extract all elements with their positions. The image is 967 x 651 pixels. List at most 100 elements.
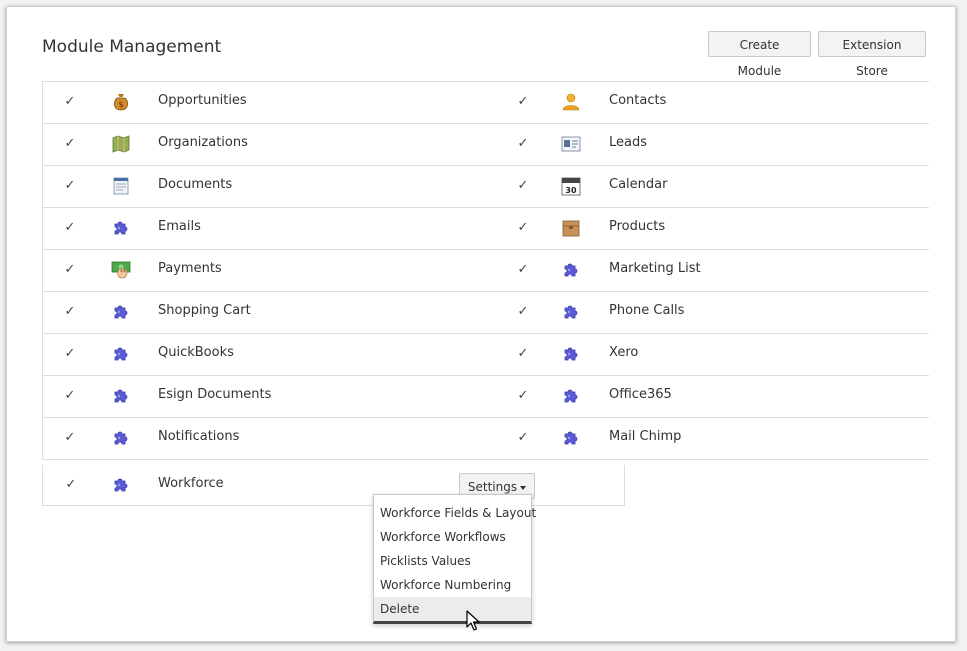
module-label: Xero <box>609 345 639 360</box>
payment-icon <box>111 260 131 280</box>
document-icon <box>111 176 131 196</box>
puzzle-icon <box>111 386 131 406</box>
module-cell-shopping-cart: ✓ Shopping Cart <box>42 292 496 333</box>
module-label: Marketing List <box>609 261 701 276</box>
module-label: Documents <box>158 177 233 192</box>
module-cell-calendar: ✓ 30 Calendar <box>495 166 929 207</box>
module-label: QuickBooks <box>158 345 234 360</box>
module-row: ✓ Notifications ✓ Mail Chimp <box>42 418 929 460</box>
module-checkbox[interactable]: ✓ <box>516 389 530 403</box>
module-row-workforce: ✓ Workforce Settings <box>42 465 625 506</box>
module-checkbox[interactable]: ✓ <box>516 179 530 193</box>
puzzle-icon <box>561 428 581 448</box>
module-label: Office365 <box>609 387 672 402</box>
puzzle-icon <box>111 475 131 495</box>
module-label: Calendar <box>609 177 668 192</box>
module-cell-organizations: ✓ Organizations <box>42 124 496 165</box>
module-checkbox[interactable]: ✓ <box>516 263 530 277</box>
id-card-icon <box>561 134 581 154</box>
module-label: Products <box>609 219 666 234</box>
module-checkbox[interactable]: ✓ <box>516 347 530 361</box>
settings-label: Settings <box>467 480 518 494</box>
module-label: Mail Chimp <box>609 429 682 444</box>
puzzle-icon <box>561 386 581 406</box>
settings-menu-item-workforce-workflows[interactable]: Workforce Workflows <box>374 525 531 549</box>
puzzle-icon <box>561 260 581 280</box>
puzzle-icon <box>111 428 131 448</box>
money-bag-icon: $ <box>111 92 131 112</box>
settings-menu-item-delete[interactable]: Delete <box>374 597 531 621</box>
box-icon <box>561 218 581 238</box>
svg-text:$: $ <box>118 100 123 109</box>
module-checkbox[interactable]: ✓ <box>64 478 78 492</box>
page-title: Module Management <box>42 37 222 57</box>
module-label: Shopping Cart <box>158 303 251 318</box>
extension-store-button[interactable]: Extension Store <box>818 31 926 78</box>
module-checkbox[interactable]: ✓ <box>516 221 530 235</box>
module-checkbox[interactable]: ✓ <box>63 305 77 319</box>
module-label: Notifications <box>158 429 240 444</box>
module-row: ✓ Payments ✓ Marketing List <box>42 250 929 292</box>
module-cell-xero: ✓ Xero <box>495 334 929 375</box>
module-row: ✓ Organizations ✓ Leads <box>42 124 929 166</box>
module-cell-contacts: ✓ Contacts <box>495 82 929 123</box>
module-label: Opportunities <box>158 93 247 108</box>
module-cell-esign-documents: ✓ Esign Documents <box>42 376 496 417</box>
module-row: ✓ Esign Documents ✓ Office365 <box>42 376 929 418</box>
puzzle-icon <box>111 344 131 364</box>
module-row: ✓ Documents ✓ 30 Calendar <box>42 166 929 208</box>
settings-menu: Workforce Fields & Layout Workforce Workf… <box>373 494 536 624</box>
module-cell-payments: ✓ Payments <box>42 250 496 291</box>
create-module-button[interactable]: Create Module <box>708 31 811 78</box>
module-checkbox[interactable]: ✓ <box>516 305 530 319</box>
puzzle-icon <box>561 302 581 322</box>
puzzle-icon <box>111 218 131 238</box>
module-cell-phone-calls: ✓ Phone Calls <box>495 292 929 333</box>
calendar-icon: 30 <box>561 176 581 196</box>
module-label: Contacts <box>609 93 667 108</box>
module-cell-opportunities: ✓ $ Opportunities <box>42 82 496 123</box>
caret-down-icon <box>520 485 527 490</box>
module-cell-office365: ✓ Office365 <box>495 376 929 417</box>
module-grid: ✓ $ Opportunities ✓ Contacts ✓ Organizations ✓ L… <box>42 81 929 460</box>
module-label: Organizations <box>158 135 248 150</box>
puzzle-icon <box>561 344 581 364</box>
module-label: Workforce <box>158 476 224 491</box>
module-checkbox[interactable]: ✓ <box>63 137 77 151</box>
module-checkbox[interactable]: ✓ <box>63 347 77 361</box>
module-management-window: Module Management Create Module Extensio… <box>6 6 956 642</box>
settings-menu-item-picklists-values[interactable]: Picklists Values <box>374 549 531 573</box>
module-checkbox[interactable]: ✓ <box>63 263 77 277</box>
module-row: ✓ QuickBooks ✓ Xero <box>42 334 929 376</box>
module-checkbox[interactable]: ✓ <box>516 137 530 151</box>
module-cell-notifications: ✓ Notifications <box>42 418 496 459</box>
module-label: Emails <box>158 219 201 234</box>
module-label: Payments <box>158 261 222 276</box>
svg-text:30: 30 <box>565 186 577 195</box>
map-icon <box>111 134 131 154</box>
puzzle-icon <box>111 302 131 322</box>
module-row: ✓ Emails ✓ Products <box>42 208 929 250</box>
module-checkbox[interactable]: ✓ <box>516 95 530 109</box>
module-checkbox[interactable]: ✓ <box>63 221 77 235</box>
mouse-cursor-icon <box>466 610 480 631</box>
module-checkbox[interactable]: ✓ <box>516 431 530 445</box>
module-checkbox[interactable]: ✓ <box>63 431 77 445</box>
module-cell-quickbooks: ✓ QuickBooks <box>42 334 496 375</box>
person-icon <box>561 92 581 112</box>
module-label: Esign Documents <box>158 387 272 402</box>
module-cell-leads: ✓ Leads <box>495 124 929 165</box>
module-cell-products: ✓ Products <box>495 208 929 249</box>
module-row: ✓ $ Opportunities ✓ Contacts <box>42 82 929 124</box>
settings-menu-item-workforce-fields-layout[interactable]: Workforce Fields & Layout <box>374 501 536 525</box>
module-cell-marketing-list: ✓ Marketing List <box>495 250 929 291</box>
module-label: Phone Calls <box>609 303 685 318</box>
module-cell-documents: ✓ Documents <box>42 166 496 207</box>
module-checkbox[interactable]: ✓ <box>63 179 77 193</box>
module-cell-mail-chimp: ✓ Mail Chimp <box>495 418 929 459</box>
module-row: ✓ Shopping Cart ✓ Phone Calls <box>42 292 929 334</box>
module-checkbox[interactable]: ✓ <box>63 95 77 109</box>
settings-menu-item-workforce-numbering[interactable]: Workforce Numbering <box>374 573 531 597</box>
module-cell-emails: ✓ Emails <box>42 208 496 249</box>
module-checkbox[interactable]: ✓ <box>63 389 77 403</box>
